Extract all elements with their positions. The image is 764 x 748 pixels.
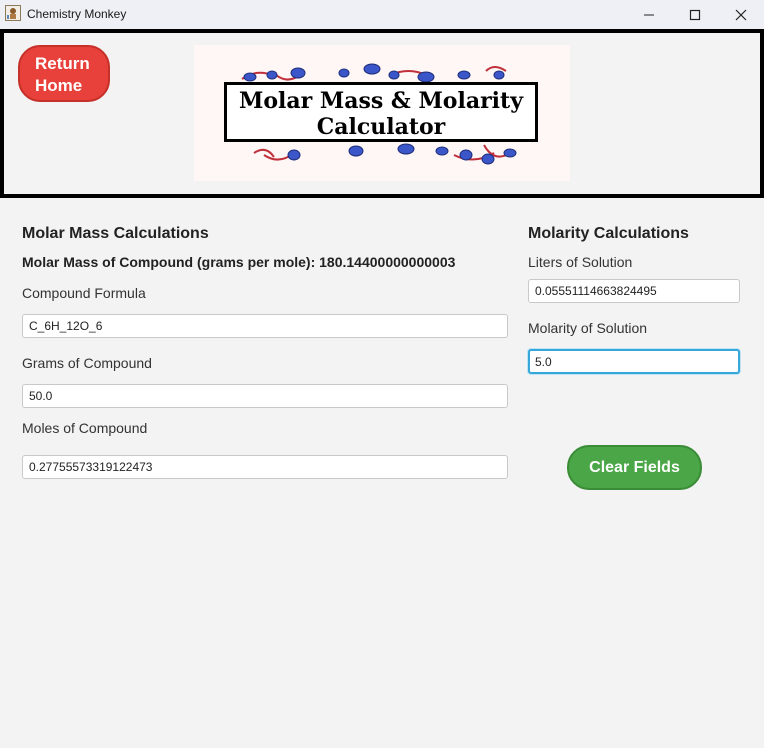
window-title-bar: Chemistry Monkey — [0, 0, 764, 29]
header-banner: Return Home Molar Mass & Molarity Calcul… — [0, 29, 764, 198]
molar-mass-result: Molar Mass of Compound (grams per mole):… — [22, 254, 456, 270]
calculator-logo: Molar Mass & Molarity Calculator — [194, 45, 570, 181]
grams-of-compound-input[interactable] — [22, 384, 508, 408]
molarity-of-solution-input[interactable] — [528, 349, 740, 374]
moles-of-compound-input[interactable] — [22, 455, 508, 479]
logo-title-box: Molar Mass & Molarity Calculator — [224, 82, 538, 142]
liters-of-solution-label: Liters of Solution — [528, 254, 633, 270]
maximize-icon[interactable] — [672, 0, 718, 29]
compound-formula-input[interactable] — [22, 314, 508, 338]
minimize-icon[interactable] — [626, 0, 672, 29]
molarity-heading: Molarity Calculations — [528, 225, 689, 242]
logo-title-line2: Calculator — [316, 114, 446, 140]
molar-mass-heading: Molar Mass Calculations — [22, 225, 209, 242]
compound-formula-label: Compound Formula — [22, 285, 146, 301]
return-home-button[interactable]: Return Home — [18, 45, 110, 102]
logo-title-line1: Molar Mass & Molarity — [239, 88, 523, 114]
close-icon[interactable] — [718, 0, 764, 29]
grams-of-compound-label: Grams of Compound — [22, 355, 152, 371]
chemistry-monkey-icon — [5, 5, 21, 21]
liters-of-solution-input[interactable] — [528, 279, 740, 303]
molarity-of-solution-label: Molarity of Solution — [528, 320, 648, 336]
return-home-label-line1: Return — [35, 54, 90, 73]
return-home-label-line2: Home — [35, 76, 83, 95]
window-title: Chemistry Monkey — [27, 7, 127, 21]
clear-fields-button[interactable]: Clear Fields — [567, 445, 702, 490]
moles-of-compound-label: Moles of Compound — [22, 420, 148, 436]
